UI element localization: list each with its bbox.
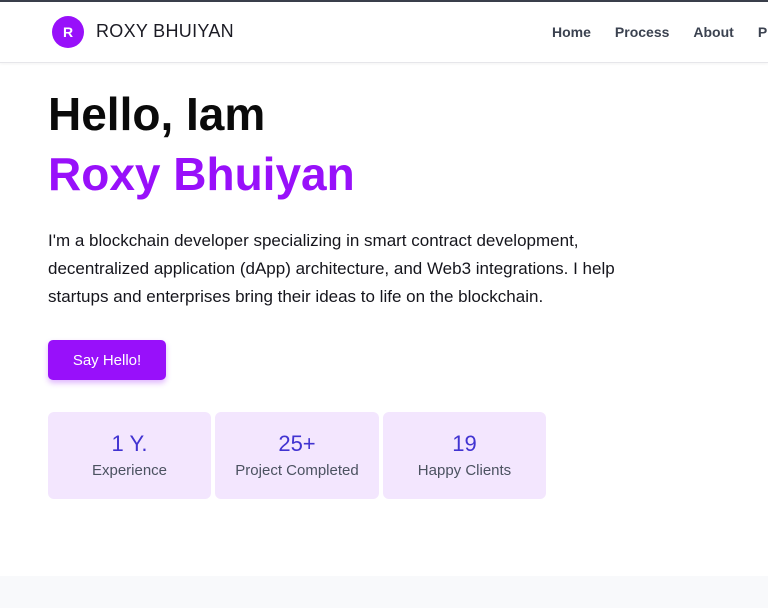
logo-letter: R <box>62 24 74 40</box>
hero-name: Roxy Bhuiyan <box>48 148 355 200</box>
stat-value: 19 <box>452 430 477 456</box>
stat-card-projects: 25+ Project Completed <box>215 412 379 499</box>
nav-about[interactable]: About <box>693 24 733 44</box>
stat-card-experience: 1 Y. Experience <box>48 412 211 499</box>
stat-label: Experience <box>91 461 168 479</box>
main-nav: Home Process About Pro <box>552 24 768 44</box>
stat-value: 1 Y. <box>111 430 148 456</box>
hero-bio: I'm a blockchain developer specializing … <box>48 231 615 306</box>
navbar: R ROXY BHUIYAN Home Process About Pro <box>0 2 768 63</box>
nav-process[interactable]: Process <box>615 24 669 44</box>
next-section-band <box>0 576 768 608</box>
hero-greeting: Hello, Iam <box>48 88 266 140</box>
nav-home[interactable]: Home <box>552 24 591 44</box>
stat-label: Happy Clients <box>417 461 512 479</box>
stats-row: 1 Y. Experience 25+ Project Completed 19… <box>48 412 546 499</box>
say-hello-button[interactable]: Say Hello! <box>48 340 166 380</box>
stat-label: Project Completed <box>235 461 359 479</box>
stat-card-clients: 19 Happy Clients <box>383 412 546 499</box>
nav-projects[interactable]: Pro <box>758 24 768 44</box>
brand-name[interactable]: ROXY BHUIYAN <box>96 21 234 42</box>
stat-value: 25+ <box>278 430 316 456</box>
logo-avatar[interactable]: R <box>52 16 84 48</box>
